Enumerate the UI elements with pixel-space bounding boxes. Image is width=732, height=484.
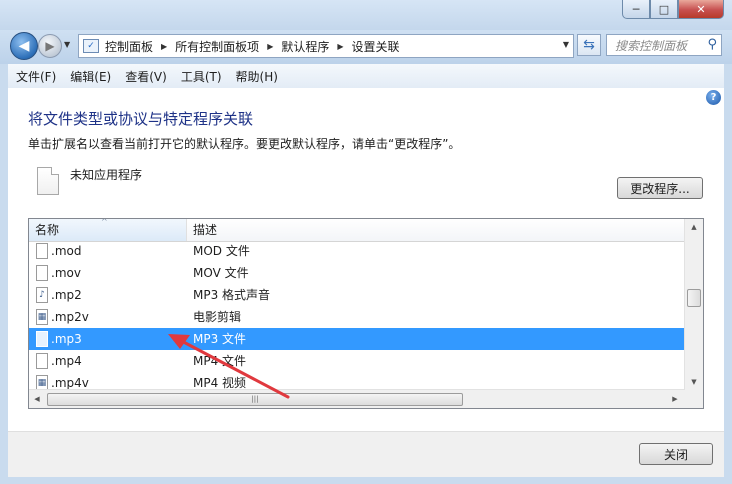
close-window-button[interactable]: ✕ <box>678 0 724 19</box>
list-item[interactable]: ▦ .mp4v MP4 视频 <box>29 372 685 390</box>
breadcrumb-control-panel[interactable]: 控制面板 <box>105 38 153 55</box>
current-program-name: 未知应用程序 <box>70 168 143 182</box>
search-icon[interactable]: ⚲ <box>707 37 717 52</box>
address-bar[interactable]: ✓ 控制面板 ▶ 所有控制面板项 ▶ 默认程序 ▶ 设置关联 ▼ <box>78 34 574 58</box>
menu-view[interactable]: 查看(V) <box>117 68 173 85</box>
breadcrumb-all-items[interactable]: 所有控制面板项 <box>175 38 259 55</box>
change-program-button[interactable]: 更改程序... <box>617 177 703 199</box>
list-item-description: MP3 格式声音 <box>193 288 271 302</box>
blank-file-icon <box>36 353 48 369</box>
vertical-scrollbar[interactable]: ▲ ▼ <box>684 219 703 390</box>
scroll-left-icon[interactable]: ◀ <box>29 390 45 408</box>
list-item-description: MOV 文件 <box>193 266 249 280</box>
list-item[interactable]: ▦ .mp2v 电影剪辑 <box>29 306 685 328</box>
list-item[interactable]: .mod MOD 文件 <box>29 242 685 262</box>
scroll-down-icon[interactable]: ▼ <box>685 374 703 390</box>
page-title: 将文件类型或协议与特定程序关联 <box>28 110 254 128</box>
list-item-extension: .mov <box>51 266 81 280</box>
blank-file-icon <box>36 331 48 347</box>
list-item[interactable]: .mp4MP4 文件 <box>29 350 685 372</box>
close-button[interactable]: 关闭 <box>639 443 713 465</box>
address-dropdown-icon[interactable]: ▼ <box>563 40 569 49</box>
list-item-extension: .mp4v <box>51 376 89 390</box>
content-pane: ? 将文件类型或协议与特定程序关联 单击扩展名以查看当前打开它的默认程序。要更改… <box>8 88 724 431</box>
arrow-right-icon: ▶ <box>45 39 55 53</box>
minimize-button[interactable]: ─ <box>622 0 650 19</box>
column-header-description[interactable]: 描述 <box>187 219 685 241</box>
column-header-name[interactable]: ^ 名称 <box>29 219 187 241</box>
breadcrumb-separator-icon[interactable]: ▶ <box>267 42 273 51</box>
title-bar: ─ □ ✕ <box>0 0 732 30</box>
scroll-right-icon[interactable]: ▶ <box>667 390 683 408</box>
list-item[interactable]: .mp3 MP3 文件 <box>29 328 685 350</box>
navigation-bar: ◀ ▶ ▼ ✓ 控制面板 ▶ 所有控制面板项 ▶ 默认程序 ▶ 设置关联 ▼ ⇆… <box>0 30 732 64</box>
sort-ascending-icon: ^ <box>101 218 108 226</box>
horizontal-scrollbar[interactable]: ◀ ||| ▶ <box>29 389 685 408</box>
audio-file-icon: ♪ <box>36 287 48 303</box>
arrow-left-icon: ◀ <box>18 38 30 54</box>
blank-file-icon <box>36 265 48 281</box>
menu-help[interactable]: 帮助(H) <box>228 68 284 85</box>
list-item-extension: .mp2v <box>51 310 89 324</box>
blank-file-icon <box>36 243 48 259</box>
file-type-list[interactable]: ^ 名称 描述 .mod MOD 文件 .mov MOV 文件 ♪ .mp2 MP3 格式声… <box>28 218 704 409</box>
video-file-icon: ▦ <box>36 375 48 390</box>
breadcrumb-separator-icon[interactable]: ▶ <box>337 42 343 51</box>
column-header-name-label: 名称 <box>35 223 60 237</box>
caption-buttons: ─ □ ✕ <box>622 0 724 20</box>
search-input[interactable] <box>613 36 703 56</box>
list-item-extension: .mp2 <box>51 288 82 302</box>
list-item-extension: .mp4 <box>51 354 82 368</box>
control-panel-icon: ✓ <box>83 39 99 53</box>
recent-pages-dropdown[interactable]: ▼ <box>64 40 70 49</box>
menu-bar: 文件(F) 编辑(E) 查看(V) 工具(T) 帮助(H) <box>8 64 724 89</box>
breadcrumb-separator-icon[interactable]: ▶ <box>161 42 167 51</box>
list-item[interactable]: .mov MOV 文件 <box>29 262 685 284</box>
page-description: 单击扩展名以查看当前打开它的默认程序。要更改默认程序，请单击“更改程序”。 <box>28 137 461 151</box>
search-box[interactable]: ⚲ <box>606 34 722 56</box>
help-icon[interactable]: ? <box>706 90 721 105</box>
vertical-scroll-thumb[interactable] <box>687 289 701 307</box>
list-rows: .mod MOD 文件 .mov MOV 文件 ♪ .mp2 MP3 格式声音 ▦ .mp2v 电… <box>29 242 685 390</box>
chevron-down-icon: ▼ <box>64 40 71 49</box>
video-file-icon: ▦ <box>36 309 48 325</box>
list-item-extension: .mod <box>51 244 82 258</box>
dialog-footer: 关闭 <box>8 431 724 477</box>
menu-edit[interactable]: 编辑(E) <box>62 68 117 85</box>
scroll-up-icon[interactable]: ▲ <box>685 219 703 235</box>
list-item-extension: .mp3 <box>51 332 82 346</box>
list-header: ^ 名称 描述 <box>29 219 685 242</box>
annotation-arrow <box>168 334 290 399</box>
refresh-icon: ⇆ <box>583 37 595 53</box>
unknown-program-file-icon <box>37 167 59 195</box>
scrollbar-corner <box>685 390 703 408</box>
refresh-button[interactable]: ⇆ <box>577 34 601 56</box>
back-button[interactable]: ◀ <box>10 32 38 60</box>
forward-button[interactable]: ▶ <box>38 34 62 58</box>
menu-file[interactable]: 文件(F) <box>8 68 62 85</box>
breadcrumb-set-associations[interactable]: 设置关联 <box>352 38 400 55</box>
breadcrumb-default-programs[interactable]: 默认程序 <box>281 38 329 55</box>
maximize-button[interactable]: □ <box>650 0 678 19</box>
menu-tools[interactable]: 工具(T) <box>173 68 228 85</box>
list-item[interactable]: ♪ .mp2 MP3 格式声音 <box>29 284 685 306</box>
list-item-description: MOD 文件 <box>193 244 250 258</box>
